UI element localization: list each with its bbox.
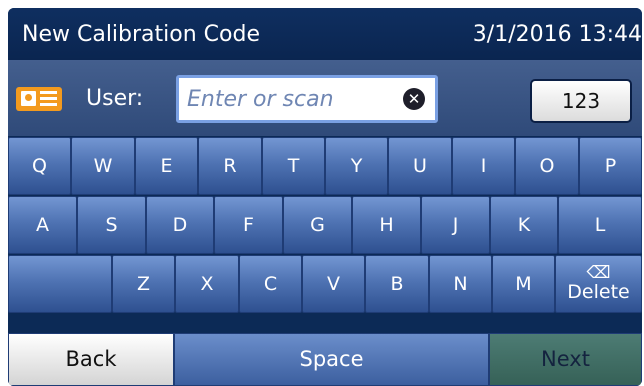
- key-c[interactable]: C: [239, 255, 302, 313]
- key-o[interactable]: O: [515, 137, 579, 195]
- key-j[interactable]: J: [421, 196, 490, 254]
- next-button[interactable]: Next: [489, 333, 642, 386]
- key-f[interactable]: F: [214, 196, 283, 254]
- delete-label: Delete: [567, 281, 630, 303]
- key-t[interactable]: T: [262, 137, 325, 195]
- device-screen: New Calibration Code 3/1/2016 13:44 User…: [8, 8, 642, 386]
- key-blank[interactable]: [8, 255, 112, 313]
- key-g[interactable]: G: [283, 196, 352, 254]
- backspace-icon: ⌫: [586, 263, 611, 283]
- key-z[interactable]: Z: [112, 255, 175, 313]
- key-x[interactable]: X: [175, 255, 239, 313]
- key-l[interactable]: L: [558, 196, 642, 254]
- key-s[interactable]: S: [77, 196, 146, 254]
- delete-button[interactable]: ⌫ Delete: [555, 255, 642, 313]
- key-b[interactable]: B: [365, 255, 429, 313]
- numeric-keyboard-button[interactable]: 123: [530, 79, 632, 123]
- page-title: New Calibration Code: [22, 22, 260, 47]
- id-card-icon: [16, 87, 62, 111]
- user-input[interactable]: [187, 84, 401, 114]
- key-q[interactable]: Q: [8, 137, 71, 195]
- key-v[interactable]: V: [302, 255, 365, 313]
- key-y[interactable]: Y: [325, 137, 388, 195]
- user-input-box: ✕: [176, 75, 438, 123]
- date-time: 3/1/2016 13:44: [472, 22, 642, 47]
- key-i[interactable]: I: [452, 137, 515, 195]
- key-w[interactable]: W: [71, 137, 135, 195]
- title-bar: New Calibration Code 3/1/2016 13:44: [8, 8, 642, 60]
- user-label: User:: [86, 86, 144, 111]
- user-entry-row: User: ✕ 123: [8, 60, 642, 136]
- key-m[interactable]: M: [492, 255, 555, 313]
- clear-x-icon[interactable]: ✕: [403, 88, 425, 110]
- key-p[interactable]: P: [579, 137, 642, 195]
- key-d[interactable]: D: [146, 196, 214, 254]
- key-k[interactable]: K: [490, 196, 558, 254]
- space-button[interactable]: Space: [174, 333, 489, 386]
- back-button[interactable]: Back: [8, 333, 174, 386]
- key-a[interactable]: A: [8, 196, 77, 254]
- key-u[interactable]: U: [388, 137, 452, 195]
- key-h[interactable]: H: [352, 196, 421, 254]
- key-n[interactable]: N: [429, 255, 492, 313]
- key-e[interactable]: E: [135, 137, 198, 195]
- key-r[interactable]: R: [198, 137, 262, 195]
